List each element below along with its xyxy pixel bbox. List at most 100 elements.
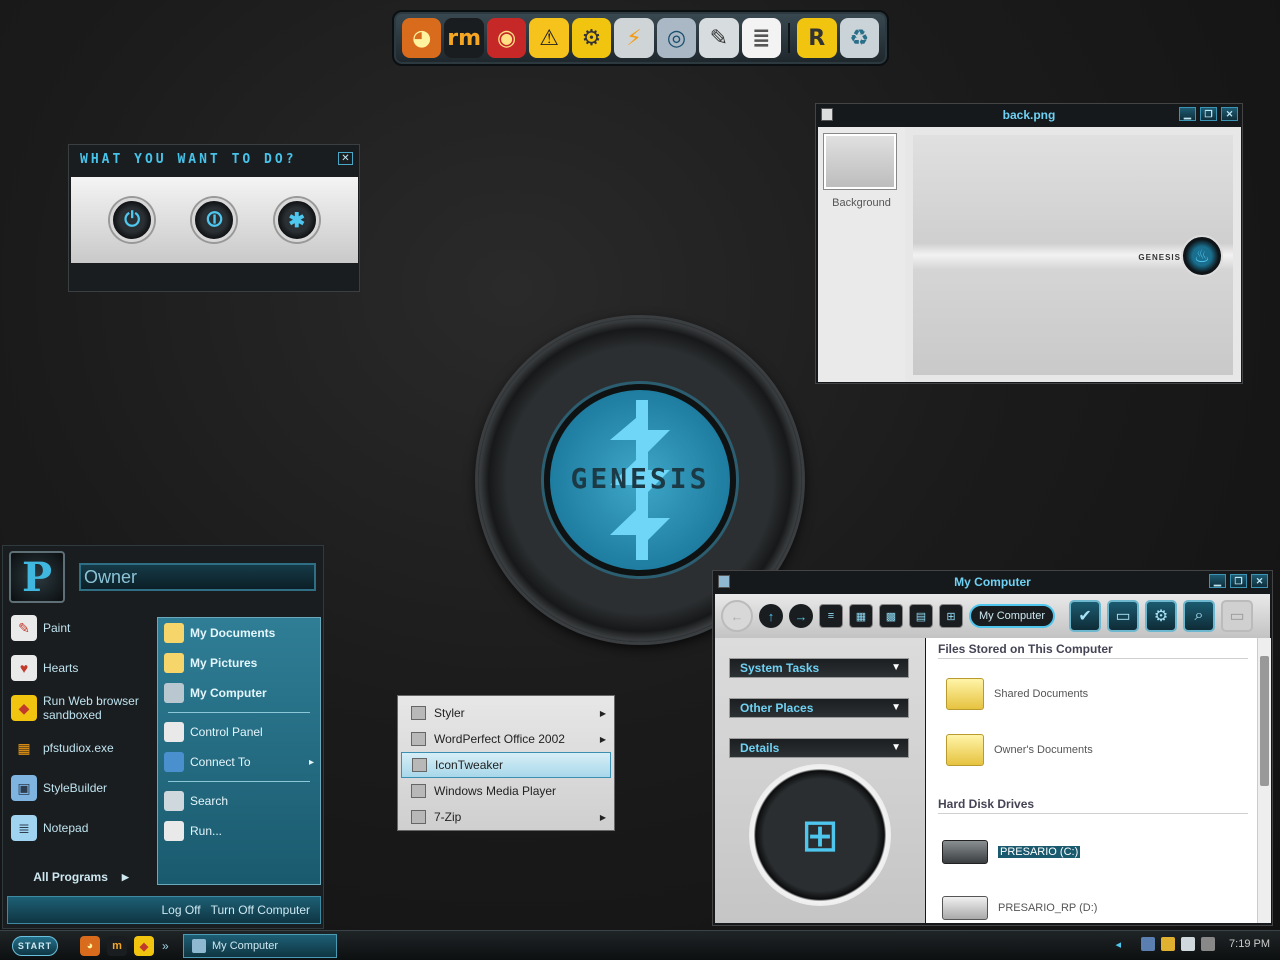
log-off-button[interactable]: Log Off (161, 903, 200, 917)
submenu-item-label: Styler (434, 706, 465, 720)
tray-expand-icon[interactable]: ◂ (1116, 938, 1122, 951)
security-alert-icon[interactable] (1161, 937, 1176, 951)
view-mode-button[interactable]: ▩ (879, 604, 903, 628)
place-icon (164, 752, 184, 772)
disc-drive-icon[interactable]: ◎ (656, 18, 697, 58)
pinned-item[interactable]: ▣ StyleBuilder (7, 768, 155, 808)
view-mode-button[interactable]: ≡ (819, 604, 843, 628)
pinned-item-label: Notepad (43, 821, 89, 835)
view-mode-button[interactable]: ▦ (849, 604, 873, 628)
my-computer-window: My Computer ▁ ❐ ✕ ← ↑ → ≡ ▦ ▩ ▤ ⊞ My Computer ✔ ▭ ⚙… (712, 570, 1273, 926)
firefox-quicklaunch-icon[interactable]: ◕ (80, 936, 100, 956)
dock: ◕ rm ◉ ⚠ ⚙ ⚡ ◎ ✎ ≣ R ♻ (392, 10, 889, 66)
window-title: My Computer (954, 575, 1031, 589)
title-bar[interactable]: My Computer ▁ ❐ ✕ (713, 571, 1272, 593)
tools-icon[interactable]: ⚙ (571, 18, 612, 58)
restart-button[interactable]: ⏼ (192, 198, 237, 242)
close-button[interactable]: ✕ (1251, 574, 1268, 588)
pinned-item[interactable]: ▦ pfstudiox.exe (7, 728, 155, 768)
place-icon (164, 653, 184, 673)
arrow-right-icon: ▶ (599, 734, 606, 744)
recycle-bin-icon[interactable]: ♻ (839, 18, 879, 58)
place-icon (164, 821, 184, 841)
winamp-bolt-icon[interactable]: ⚡ (614, 18, 654, 58)
hibernate-button[interactable]: ✱ (274, 198, 319, 242)
notepad-icon[interactable]: ≣ (741, 18, 782, 58)
restore-button[interactable]: ❐ (1200, 107, 1217, 121)
thumbnail-label: Background (832, 197, 891, 209)
search-icon[interactable]: ⌕ (1183, 600, 1216, 632)
close-icon[interactable]: ✕ (338, 152, 353, 165)
computer-icon (192, 939, 206, 953)
minimize-button[interactable]: ▁ (1209, 574, 1226, 588)
restore-button[interactable]: ❐ (1230, 574, 1247, 588)
folder-icon[interactable]: ▭ (1221, 600, 1254, 632)
quick-launch-chevron[interactable]: » (162, 939, 169, 953)
r-app-icon[interactable]: R (797, 18, 837, 58)
arrow-right-icon: ▸ (308, 756, 314, 768)
shutdown-button[interactable]: ⏻ (110, 198, 155, 242)
burner-icon[interactable]: ◉ (486, 18, 527, 58)
submenu-item[interactable]: 7-Zip ▶ (401, 804, 611, 830)
minimize-button[interactable]: ▁ (1179, 107, 1196, 121)
shutdown-dialog: WHAT YOU WANT TO DO? ✕ ⏻ ⏼ ✱ (68, 144, 360, 292)
address-bar[interactable]: My Computer (969, 604, 1056, 628)
task-section-label: System Tasks (740, 661, 820, 675)
sandbox-quicklaunch-icon[interactable]: ◆ (134, 936, 154, 956)
background-thumbnail[interactable] (824, 134, 896, 189)
drive-item[interactable]: PRESARIO_RP (D:) (942, 896, 1097, 920)
realmedia-quicklaunch-icon[interactable]: m (107, 936, 127, 956)
submenu-item[interactable]: Windows Media Player (401, 778, 611, 804)
program-folder-icon (411, 784, 426, 798)
title-bar[interactable]: back.png ▁ ❐ ✕ (816, 104, 1242, 126)
pinned-item-label: Hearts (43, 661, 79, 675)
places-item[interactable]: Search (158, 786, 320, 816)
task-pane: ⊞ System Tasks ▼ Other Places ▼ Details ▼ (715, 638, 925, 923)
user-avatar[interactable]: P (9, 551, 65, 603)
taskbar-button-my-computer[interactable]: My Computer (183, 934, 337, 958)
places-item[interactable]: Run... (158, 816, 320, 846)
task-section-header[interactable]: Details ▼ (729, 738, 909, 758)
check-icon[interactable]: ✔ (1069, 600, 1102, 632)
places-item[interactable]: Connect To ▸ (158, 747, 320, 777)
realmedia-icon[interactable]: rm (444, 18, 484, 58)
shield-icon[interactable] (1181, 937, 1196, 951)
submenu-item[interactable]: Styler ▶ (401, 700, 611, 726)
folder-item[interactable]: Owner's Documents (946, 734, 1093, 766)
folder-icon (946, 678, 984, 710)
clock[interactable]: 7:19 PM (1229, 938, 1270, 950)
road-sign-icon[interactable]: ⚠ (529, 18, 569, 58)
all-programs-button[interactable]: All Programs ▶ (7, 862, 155, 892)
pinned-item-label: pfstudiox.exe (43, 741, 114, 755)
close-button[interactable]: ✕ (1221, 107, 1238, 121)
places-item[interactable]: My Pictures (158, 648, 320, 678)
task-section-header[interactable]: Other Places ▼ (729, 698, 909, 718)
drive-item[interactable]: PRESARIO (C:) (942, 840, 1081, 864)
turn-off-button[interactable]: Turn Off Computer (211, 903, 310, 917)
folder-item[interactable]: Shared Documents (946, 678, 1088, 710)
pen-icon[interactable]: ✎ (699, 18, 739, 58)
places-item[interactable]: My Computer (158, 678, 320, 708)
network-icon[interactable] (1141, 937, 1156, 951)
submenu-item[interactable]: IconTweaker (401, 752, 611, 778)
monitor-icon[interactable]: ▭ (1107, 600, 1140, 632)
up-button[interactable]: ↑ (759, 604, 783, 628)
display-icon[interactable] (1201, 937, 1216, 951)
forward-button[interactable]: → (789, 604, 813, 628)
task-section-header[interactable]: System Tasks ▼ (729, 658, 909, 678)
pinned-item[interactable]: ♥ Hearts (7, 648, 155, 688)
start-button[interactable]: START (12, 936, 58, 956)
firefox-icon[interactable]: ◕ (402, 18, 442, 58)
view-mode-button[interactable]: ⊞ (939, 604, 963, 628)
gear-icon[interactable]: ⚙ (1145, 600, 1178, 632)
places-item[interactable]: Control Panel (158, 717, 320, 747)
pinned-item[interactable]: ✎ Paint (7, 608, 155, 648)
vertical-scrollbar[interactable] (1257, 638, 1271, 923)
pinned-item[interactable]: ◆ Run Web browser sandboxed (7, 688, 155, 728)
places-item[interactable]: My Documents (158, 618, 320, 648)
back-button[interactable]: ← (721, 600, 753, 632)
submenu-item[interactable]: WordPerfect Office 2002 ▶ (401, 726, 611, 752)
view-mode-button[interactable]: ▤ (909, 604, 933, 628)
pinned-programs: ✎ Paint ♥ Hearts ◆ Run Web browser sandboxed ▦… (7, 608, 155, 860)
pinned-item[interactable]: ≣ Notepad (7, 808, 155, 848)
